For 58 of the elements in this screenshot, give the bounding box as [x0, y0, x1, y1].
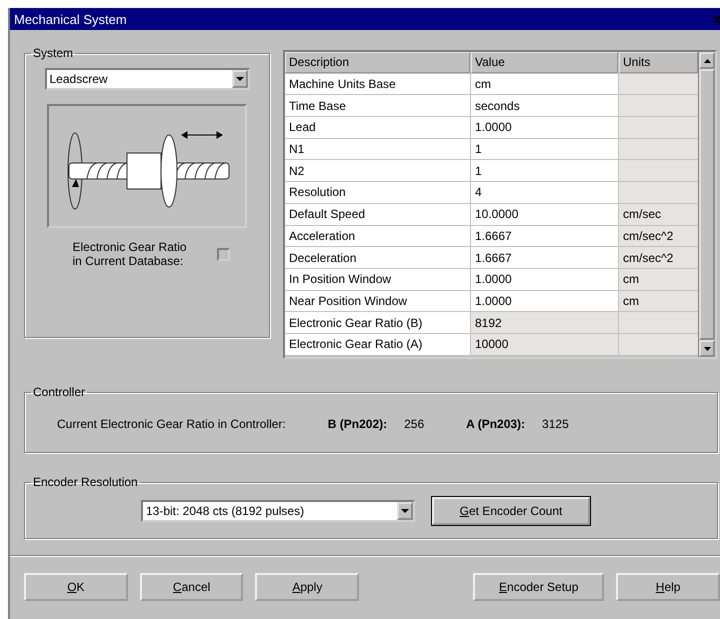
- window-title: Mechanical System: [14, 12, 127, 26]
- dialog-button[interactable]: Help: [616, 573, 720, 601]
- table-cell: Machine Units Base: [285, 74, 470, 94]
- checkbox-label: Electronic Gear Ratio in Current Database:: [72, 240, 188, 268]
- table-cell: Electronic Gear Ratio (A): [285, 334, 470, 355]
- table-cell[interactable]: 1.6667: [471, 226, 618, 246]
- table-cell: cm: [619, 290, 698, 312]
- parameter-value: 3125: [542, 417, 569, 431]
- dialog-button[interactable]: Apply: [255, 573, 360, 601]
- column-header[interactable]: Description: [285, 52, 470, 73]
- parameter-label: B (Pn202):: [328, 417, 388, 431]
- encoder-dropdown[interactable]: 13-bit: 2048 cts (8192 pulses): [141, 500, 415, 522]
- table-cell: In Position Window: [285, 268, 470, 290]
- table-cell[interactable]: 10000: [471, 334, 618, 355]
- scroll-down-icon[interactable]: [704, 346, 710, 350]
- table-cell[interactable]: 1.0000: [471, 268, 618, 290]
- scroll-up-icon[interactable]: [704, 58, 710, 62]
- table-cell: N2: [285, 160, 470, 182]
- get-encoder-count-button[interactable]: Get Encoder Count: [432, 497, 590, 525]
- dialog-button[interactable]: OK: [24, 573, 128, 601]
- table-cell: Resolution: [285, 182, 470, 203]
- table-cell[interactable]: 1.0000: [471, 290, 618, 312]
- table-cell: cm/sec^2: [619, 247, 698, 268]
- table-cell: Acceleration: [285, 226, 470, 246]
- group-title: Encoder Resolution: [32, 475, 139, 489]
- checkbox[interactable]: [216, 248, 230, 260]
- dropdown-arrow-icon: [236, 77, 244, 81]
- table-cell[interactable]: 1.6667: [471, 247, 618, 268]
- column-header[interactable]: Value: [471, 52, 618, 73]
- table-cell: Deceleration: [285, 247, 470, 268]
- group-title: System: [32, 46, 74, 60]
- table-cell: Electronic Gear Ratio (B): [285, 312, 470, 333]
- dropdown-arrow-icon: [401, 509, 409, 513]
- system-dropdown[interactable]: Leadscrew: [44, 68, 250, 90]
- table-cell: Near Position Window: [285, 290, 470, 312]
- table-cell: cm/sec^2: [619, 226, 698, 246]
- table-cell[interactable]: seconds: [471, 95, 618, 116]
- column-header[interactable]: Units: [619, 52, 698, 73]
- scrollbar[interactable]: [698, 52, 715, 357]
- parameter-label: A (Pn203):: [466, 417, 526, 431]
- table-cell: Default Speed: [285, 204, 470, 224]
- table-cell[interactable]: 8192: [471, 312, 618, 333]
- parameter-value: 256: [404, 417, 424, 431]
- table-cell[interactable]: 1.0000: [471, 117, 618, 138]
- table-cell: N1: [285, 138, 470, 160]
- table-cell[interactable]: 1: [471, 160, 618, 182]
- table-cell[interactable]: cm: [471, 74, 618, 94]
- dialog-button[interactable]: Cancel: [140, 573, 244, 601]
- table-cell: Time Base: [285, 95, 470, 116]
- table-cell: Lead: [285, 117, 470, 138]
- table-cell: cm/sec: [619, 204, 698, 224]
- table-cell[interactable]: 4: [471, 182, 618, 203]
- table-cell: cm: [619, 268, 698, 290]
- gear-ratio-label: Current Electronic Gear Ratio in Controller:: [57, 417, 286, 431]
- table-cell[interactable]: 1: [471, 138, 618, 160]
- group-title: Controller: [32, 385, 86, 399]
- dialog-button[interactable]: Encoder Setup: [473, 573, 604, 601]
- table-cell[interactable]: 10.0000: [471, 204, 618, 224]
